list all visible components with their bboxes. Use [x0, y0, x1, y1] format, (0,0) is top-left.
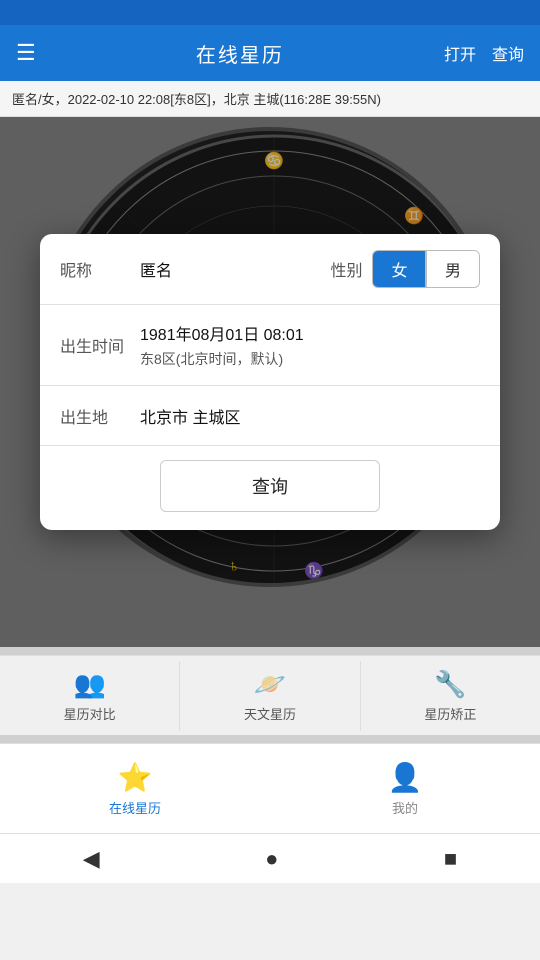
- birthplace-label: 出生地: [60, 404, 140, 428]
- app-tab-online[interactable]: ⭐ 在线星历: [0, 744, 270, 833]
- nav-right-buttons: 打开 查询: [444, 41, 524, 65]
- tab-astro-label: 天文星历: [244, 704, 296, 723]
- tab-correct[interactable]: 🔧 星历矫正: [361, 661, 540, 731]
- back-button[interactable]: ◀: [63, 838, 120, 880]
- section-divider: [0, 647, 540, 655]
- home-button[interactable]: ●: [245, 838, 298, 880]
- tab-correct-label: 星历矫正: [424, 704, 476, 723]
- info-bar: 匿名/女，2022-02-10 22:08[东8区]，北京 主城(116:28E…: [0, 81, 540, 117]
- nickname-label: 昵称: [60, 257, 140, 281]
- tab-astro-icon: 🪐: [254, 669, 286, 700]
- recents-button[interactable]: ■: [424, 838, 477, 880]
- query-nav-button[interactable]: 查询: [492, 41, 524, 65]
- system-nav: ◀ ● ■: [0, 833, 540, 883]
- birthtime-row: 出生时间 1981年08月01日 08:01 东8区(北京时间，默认): [40, 305, 500, 386]
- app-tab-online-label: 在线星历: [109, 798, 161, 817]
- tab-correct-icon: 🔧: [434, 669, 466, 700]
- app-tab-online-icon: ⭐: [118, 761, 153, 794]
- section-divider-2: [0, 735, 540, 743]
- gender-male-button[interactable]: 男: [427, 251, 479, 287]
- app-tab-mine-icon: 👤: [388, 761, 423, 794]
- dialog: 昵称 匿名 性别 女 男 出生时间 1981年08月01日 08:01 东8区(…: [40, 234, 500, 530]
- tab-astro[interactable]: 🪐 天文星历: [180, 661, 360, 731]
- birthtime-label: 出生时间: [60, 333, 140, 357]
- bottom-tabs: 👥 星历对比 🪐 天文星历 🔧 星历矫正: [0, 655, 540, 735]
- chart-area: 10 9 11 8 MC ♋ ♊ ♈ ♉ ♍ ♈ ♄ ♑ ♄ ♄: [0, 117, 540, 647]
- dialog-query-button[interactable]: 查询: [160, 460, 380, 512]
- gender-buttons: 女 男: [372, 250, 480, 288]
- open-button[interactable]: 打开: [444, 41, 476, 65]
- birthtime-line2: 东8区(北京时间，默认): [140, 349, 480, 369]
- birthtime-line1: 1981年08月01日 08:01: [140, 321, 480, 345]
- gender-label: 性别: [330, 257, 362, 281]
- tab-compare-icon: 👥: [73, 669, 105, 700]
- dialog-overlay: 昵称 匿名 性别 女 男 出生时间 1981年08月01日 08:01 东8区(…: [0, 117, 540, 647]
- birthplace-value[interactable]: 北京市 主城区: [140, 404, 480, 428]
- tab-compare[interactable]: 👥 星历对比: [0, 661, 180, 731]
- nickname-value[interactable]: 匿名: [140, 257, 330, 281]
- gender-female-button[interactable]: 女: [373, 251, 425, 287]
- menu-icon[interactable]: ☰: [16, 40, 36, 66]
- app-tab-mine[interactable]: 👤 我的: [270, 744, 540, 833]
- status-bar: [0, 0, 540, 25]
- nickname-row: 昵称 匿名 性别 女 男: [40, 234, 500, 305]
- top-nav: ☰ 在线星历 打开 查询: [0, 25, 540, 81]
- tab-compare-label: 星历对比: [64, 704, 116, 723]
- nav-title: 在线星历: [196, 39, 284, 68]
- query-btn-row: 查询: [40, 446, 500, 530]
- app-tab-mine-label: 我的: [392, 798, 418, 817]
- birthplace-row: 出生地 北京市 主城区: [40, 386, 500, 446]
- app-bottom-bar: ⭐ 在线星历 👤 我的: [0, 743, 540, 833]
- birthtime-value[interactable]: 1981年08月01日 08:01 东8区(北京时间，默认): [140, 321, 480, 369]
